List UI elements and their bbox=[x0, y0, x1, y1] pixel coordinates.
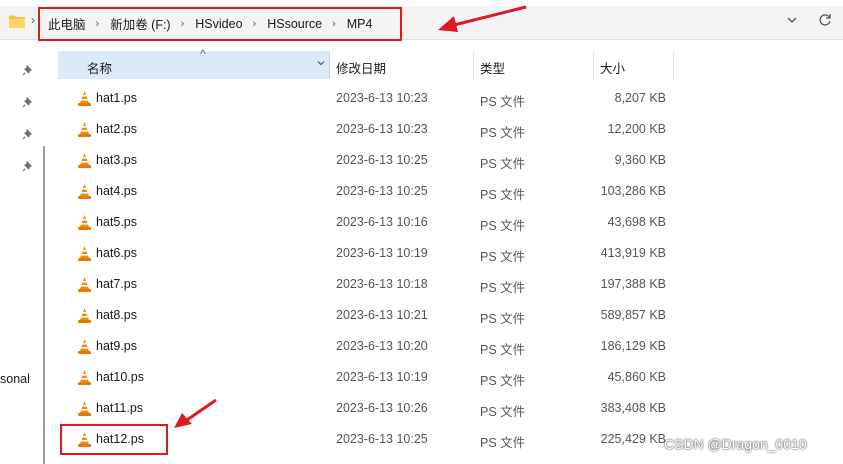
chevron-down-icon[interactable] bbox=[786, 14, 798, 26]
navigation-pane: sonal bbox=[0, 46, 58, 464]
file-name: hat8.ps bbox=[96, 308, 138, 322]
annotation-arrow bbox=[174, 398, 217, 428]
vlc-cone-icon bbox=[78, 215, 91, 230]
column-header-type[interactable]: 类型 bbox=[480, 58, 505, 77]
file-name: hat4.ps bbox=[96, 184, 138, 198]
annotation-highlight-box bbox=[60, 424, 168, 455]
file-date: 2023-6-13 10:23 bbox=[336, 122, 428, 136]
file-type: PS 文件 bbox=[480, 95, 526, 109]
vlc-cone-icon bbox=[78, 122, 91, 137]
file-type: PS 文件 bbox=[480, 157, 526, 171]
file-name: hat9.ps bbox=[96, 339, 138, 353]
file-size: 383,408 KB bbox=[600, 401, 666, 415]
file-size: 186,129 KB bbox=[600, 339, 666, 353]
file-row[interactable]: hat5.ps 2023-6-13 10:16 PS 文件 43,698 KB bbox=[58, 207, 678, 238]
file-row[interactable]: hat10.ps 2023-6-13 10:19 PS 文件 45,860 KB bbox=[58, 362, 678, 393]
file-type: PS 文件 bbox=[480, 250, 526, 264]
chevron-right-icon[interactable]: › bbox=[31, 13, 35, 27]
file-name: hat7.ps bbox=[96, 277, 138, 291]
vlc-cone-icon bbox=[78, 153, 91, 168]
file-name: hat6.ps bbox=[96, 246, 138, 260]
file-row[interactable]: hat4.ps 2023-6-13 10:25 PS 文件 103,286 KB bbox=[58, 176, 678, 207]
file-row[interactable]: hat7.ps 2023-6-13 10:18 PS 文件 197,388 KB bbox=[58, 269, 678, 300]
vlc-cone-icon bbox=[78, 277, 91, 292]
file-date: 2023-6-13 10:19 bbox=[336, 370, 428, 384]
file-size: 8,207 KB bbox=[614, 91, 666, 105]
file-row[interactable]: hat2.ps 2023-6-13 10:23 PS 文件 12,200 KB bbox=[58, 114, 678, 145]
file-name: hat10.ps bbox=[96, 370, 144, 384]
pin-icon[interactable] bbox=[22, 64, 34, 76]
file-size: 43,698 KB bbox=[607, 215, 666, 229]
file-type: PS 文件 bbox=[480, 281, 526, 295]
vlc-cone-icon bbox=[78, 370, 91, 385]
vlc-cone-icon bbox=[78, 401, 91, 416]
file-type: PS 文件 bbox=[480, 436, 526, 450]
pin-icon[interactable] bbox=[22, 96, 34, 108]
file-date: 2023-6-13 10:23 bbox=[336, 91, 428, 105]
chevron-down-icon[interactable] bbox=[316, 58, 326, 68]
annotation-highlight-box bbox=[38, 7, 402, 41]
file-name: hat3.ps bbox=[96, 153, 138, 167]
file-date: 2023-6-13 10:16 bbox=[336, 215, 428, 229]
file-size: 589,857 KB bbox=[600, 308, 666, 322]
file-row[interactable]: hat8.ps 2023-6-13 10:21 PS 文件 589,857 KB bbox=[58, 300, 678, 331]
column-header-date[interactable]: 修改日期 bbox=[336, 58, 386, 77]
column-header-size[interactable]: 大小 bbox=[600, 58, 625, 77]
file-date: 2023-6-13 10:21 bbox=[336, 308, 428, 322]
file-date: 2023-6-13 10:18 bbox=[336, 277, 428, 291]
file-size: 45,860 KB bbox=[607, 370, 666, 384]
file-date: 2023-6-13 10:25 bbox=[336, 153, 428, 167]
file-row[interactable]: hat6.ps 2023-6-13 10:19 PS 文件 413,919 KB bbox=[58, 238, 678, 269]
column-header: 名称 ^ 修改日期 类型 大小 bbox=[58, 47, 678, 79]
file-type: PS 文件 bbox=[480, 219, 526, 233]
vlc-cone-icon bbox=[78, 246, 91, 261]
vlc-cone-icon bbox=[78, 91, 91, 106]
file-date: 2023-6-13 10:19 bbox=[336, 246, 428, 260]
vlc-cone-icon bbox=[78, 184, 91, 199]
annotation-arrow bbox=[438, 5, 527, 32]
file-size: 9,360 KB bbox=[614, 153, 666, 167]
vlc-cone-icon bbox=[78, 308, 91, 323]
file-size: 103,286 KB bbox=[600, 184, 666, 198]
vlc-cone-icon bbox=[78, 339, 91, 354]
file-size: 225,429 KB bbox=[600, 432, 666, 446]
file-name: hat1.ps bbox=[96, 91, 138, 105]
file-name: hat11.ps bbox=[96, 401, 144, 415]
file-name: hat5.ps bbox=[96, 215, 138, 229]
file-size: 413,919 KB bbox=[600, 246, 666, 260]
file-date: 2023-6-13 10:26 bbox=[336, 401, 428, 415]
file-name: hat2.ps bbox=[96, 122, 138, 136]
pin-icon[interactable] bbox=[22, 160, 34, 172]
file-type: PS 文件 bbox=[480, 405, 526, 419]
sidebar-scrollbar[interactable] bbox=[43, 146, 45, 464]
pin-icon[interactable] bbox=[22, 128, 34, 140]
file-size: 12,200 KB bbox=[607, 122, 666, 136]
file-row[interactable]: hat9.ps 2023-6-13 10:20 PS 文件 186,129 KB bbox=[58, 331, 678, 362]
file-type: PS 文件 bbox=[480, 312, 526, 326]
column-divider[interactable] bbox=[673, 51, 674, 79]
file-row[interactable]: hat11.ps 2023-6-13 10:26 PS 文件 383,408 K… bbox=[58, 393, 678, 424]
file-date: 2023-6-13 10:25 bbox=[336, 184, 428, 198]
refresh-icon[interactable] bbox=[818, 13, 832, 27]
file-size: 197,388 KB bbox=[600, 277, 666, 291]
column-header-name-label: 名称 bbox=[87, 62, 113, 76]
watermark: CSDN @Dragon_0010 bbox=[664, 436, 807, 452]
column-divider[interactable] bbox=[593, 51, 594, 79]
folder-icon bbox=[9, 15, 25, 28]
file-type: PS 文件 bbox=[480, 374, 526, 388]
file-row[interactable]: hat3.ps 2023-6-13 10:25 PS 文件 9,360 KB bbox=[58, 145, 678, 176]
column-divider[interactable] bbox=[473, 51, 474, 79]
file-date: 2023-6-13 10:20 bbox=[336, 339, 428, 353]
file-date: 2023-6-13 10:25 bbox=[336, 432, 428, 446]
file-type: PS 文件 bbox=[480, 126, 526, 140]
sort-ascending-icon: ^ bbox=[200, 47, 206, 61]
file-type: PS 文件 bbox=[480, 188, 526, 202]
file-type: PS 文件 bbox=[480, 343, 526, 357]
sidebar-item-label[interactable]: sonal bbox=[0, 372, 30, 386]
address-bar-area: › 此电脑 › 新加卷 (F:) › HSvideo › HSsource › … bbox=[0, 0, 843, 46]
file-row[interactable]: hat1.ps 2023-6-13 10:23 PS 文件 8,207 KB bbox=[58, 83, 678, 114]
column-header-name[interactable]: 名称 ^ bbox=[58, 47, 330, 79]
